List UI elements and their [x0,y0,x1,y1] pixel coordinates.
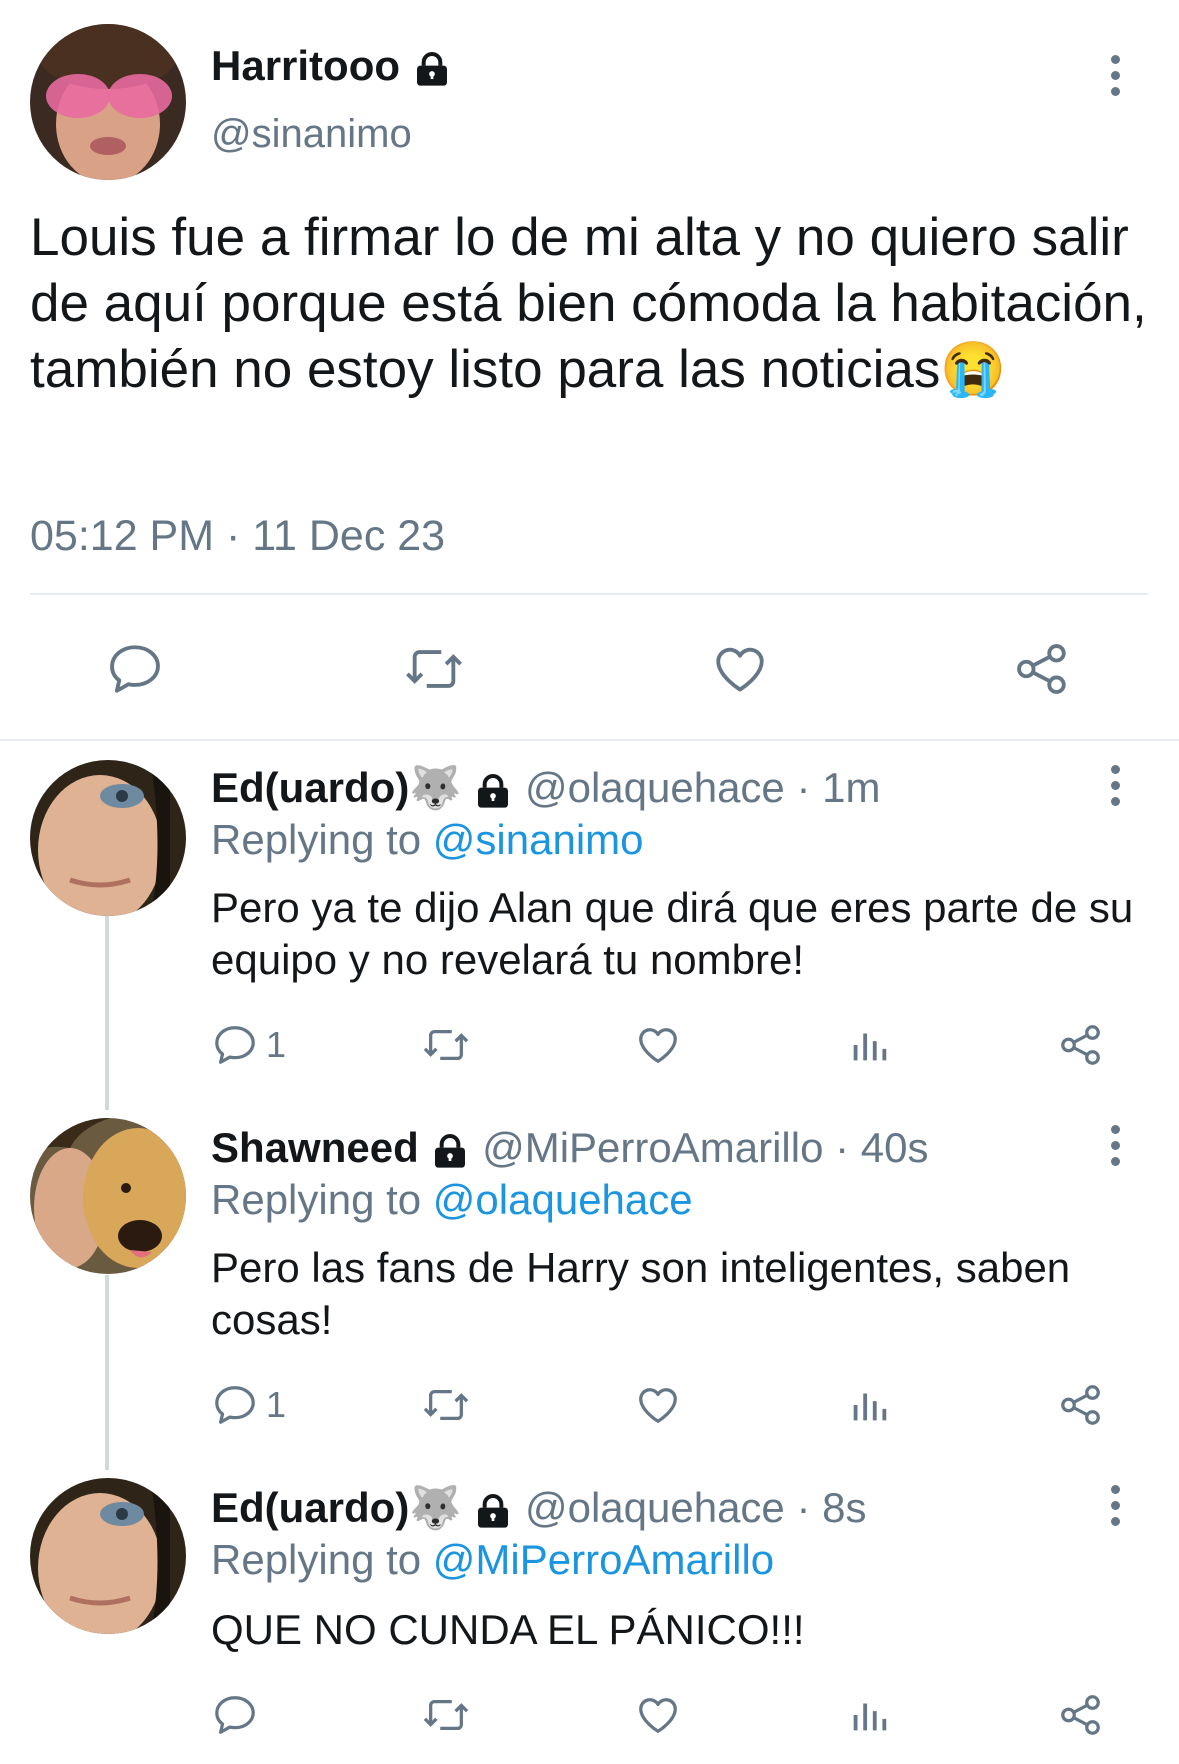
reply-display-name[interactable]: Ed(uardo) [211,764,409,811]
replying-to-label: Replying to [211,816,433,863]
retweet-icon [406,650,462,688]
reply-text: Pero las fans de Harry son inteligentes,… [211,1244,1071,1343]
reply-header: Ed(uardo)🐺 @olaquehace · 8s [211,1484,866,1533]
avatar[interactable] [30,24,186,180]
reply-time: · 1m [784,764,881,811]
replying-to-label: Replying to [211,1536,433,1583]
retweet-button[interactable] [420,1022,472,1068]
heart-icon [639,1028,677,1063]
reply-button[interactable]: 1 [212,1022,286,1068]
more-options-icon[interactable] [1100,1470,1130,1540]
more-options-icon[interactable] [1100,1110,1130,1180]
analytics-icon [853,1033,887,1061]
replying-to: Replying to @olaquehace [211,1176,693,1224]
share-icon [1017,644,1066,694]
avatar[interactable] [30,760,186,916]
reply-time: · 8s [784,1484,867,1531]
analytics-icon [853,1393,887,1421]
lock-icon [435,1133,466,1168]
analytics-button[interactable] [846,1382,892,1428]
reply-icon [215,1696,255,1734]
more-options-icon[interactable] [1100,750,1130,820]
like-button[interactable] [710,640,770,698]
reply-button[interactable] [106,640,164,698]
reply-icon [110,645,160,693]
replying-to-link[interactable]: @sinanimo [433,816,644,863]
reply-header: Shawneed @MiPerroAmarillo · 40s [211,1124,928,1172]
thread-line [105,1275,109,1470]
wolf-emoji: 🐺 [409,1484,462,1531]
reply-header: Ed(uardo)🐺 @olaquehace · 1m [211,764,880,813]
tweet-text: Louis fue a firmar lo de mi alta y no qu… [30,205,1150,403]
author-name-text[interactable]: Harritooo [211,42,400,89]
reply-display-name[interactable]: Shawneed [211,1124,419,1171]
retweet-icon [423,1389,469,1421]
like-button[interactable] [634,1382,682,1428]
replying-to-link[interactable]: @MiPerroAmarillo [433,1536,774,1583]
reply-display-name[interactable]: Ed(uardo) [211,1484,409,1531]
like-button[interactable] [634,1692,682,1738]
replying-to: Replying to @sinanimo [211,816,644,864]
share-button[interactable] [1058,1692,1104,1738]
reply-handle[interactable]: @MiPerroAmarillo [482,1124,823,1171]
replying-to: Replying to @MiPerroAmarillo [211,1536,774,1584]
reply-button[interactable]: 1 [212,1382,286,1428]
avatar[interactable] [30,1478,186,1634]
crying-emoji: 😭 [940,340,1007,399]
more-options-icon[interactable] [1100,40,1130,110]
share-button[interactable] [1012,640,1072,698]
reply-icon [215,1026,255,1064]
reply-text: QUE NO CUNDA EL PÁNICO!!! [211,1606,805,1653]
wolf-emoji: 🐺 [409,764,462,811]
lock-icon [478,1493,509,1528]
divider [0,739,1179,741]
share-icon [1061,1695,1100,1735]
tweet-timestamp[interactable]: 05:12 PM · 11 Dec 23 [30,512,445,561]
reply-count: 1 [266,1384,287,1425]
lock-icon [416,51,447,86]
analytics-button[interactable] [846,1692,892,1738]
retweet-button[interactable] [420,1692,472,1738]
share-button[interactable] [1058,1022,1104,1068]
replying-to-label: Replying to [211,1176,433,1223]
reply-icon [215,1386,255,1424]
analytics-icon [853,1703,887,1731]
divider [30,593,1148,595]
share-icon [1061,1385,1100,1425]
reply-text: Pero ya te dijo Alan que dirá que eres p… [211,884,1134,983]
share-button[interactable] [1058,1382,1104,1428]
like-button[interactable] [634,1022,682,1068]
analytics-button[interactable] [846,1022,892,1068]
heart-icon [639,1388,677,1423]
retweet-button[interactable] [402,640,466,698]
retweet-button[interactable] [420,1382,472,1428]
reply-handle[interactable]: @olaquehace [525,764,785,811]
lock-icon [478,773,509,808]
heart-icon [639,1698,677,1733]
avatar[interactable] [30,1118,186,1274]
retweet-icon [423,1699,469,1731]
retweet-icon [423,1029,469,1061]
replying-to-link[interactable]: @olaquehace [433,1176,693,1223]
reply-count: 1 [266,1024,287,1065]
reply-time: · 40s [823,1124,929,1171]
heart-icon [716,647,764,692]
reply-handle[interactable]: @olaquehace [525,1484,785,1531]
author-handle[interactable]: @sinanimo [211,112,412,157]
author-display-name[interactable]: Harritooo [211,42,452,90]
share-icon [1061,1025,1100,1065]
thread-line [105,915,109,1110]
reply-button[interactable] [212,1692,266,1738]
